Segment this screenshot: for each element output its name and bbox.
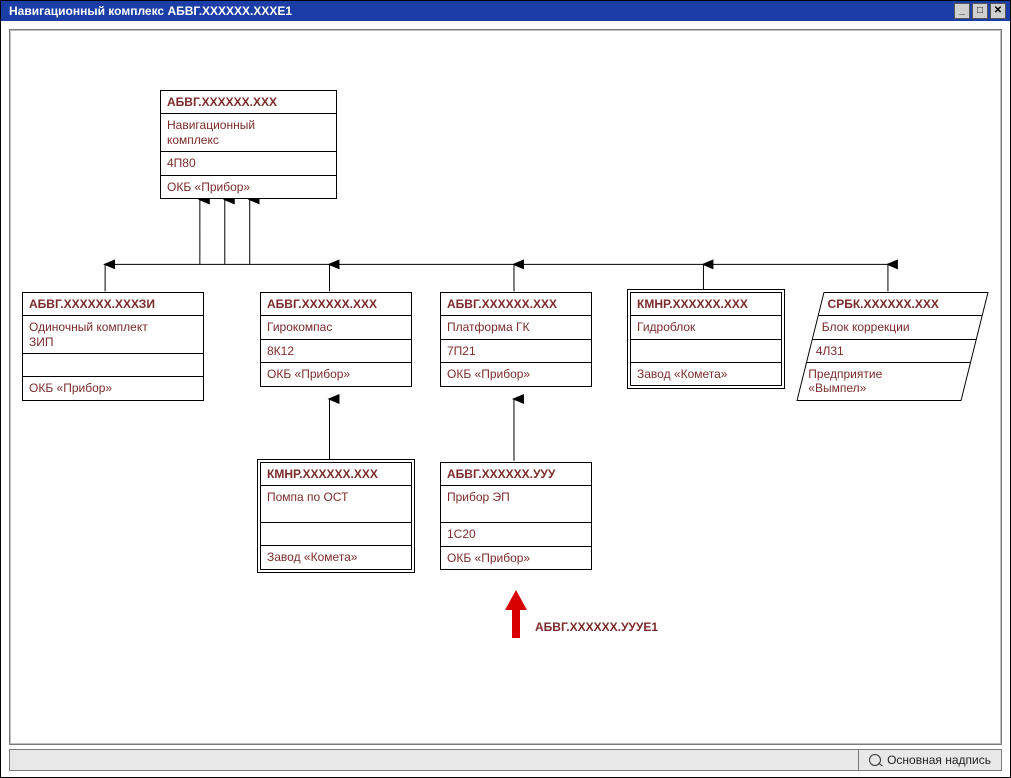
node-manufacturer: Завод «Комета» xyxy=(261,545,411,568)
minimize-button[interactable]: _ xyxy=(954,3,970,19)
node-title: КМНР.ХХХХХХ.ХХХ xyxy=(631,293,781,315)
selected-marker-arrow-icon xyxy=(505,590,527,638)
node-code: 1С20 xyxy=(441,522,591,545)
node-code: 4П80 xyxy=(161,151,336,174)
title-bar: Навигационный комплекс АБВГ.ХХХХХХ.ХХХЕ1… xyxy=(1,1,1010,21)
node-gyrocompass[interactable]: АБВГ.ХХХХХХ.ХХХ Гирокомпас 8К12 ОКБ «При… xyxy=(260,292,412,387)
node-title: КМНР.ХХХХХХ.ХХХ xyxy=(261,463,411,485)
node-title: СРБК.ХХХХХХ.ХХХ xyxy=(828,297,939,311)
node-manufacturer: Предприятие«Вымпел» xyxy=(808,367,882,396)
node-platform[interactable]: АБВГ.ХХХХХХ.ХХХ Платформа ГК 7П21 ОКБ «П… xyxy=(440,292,592,387)
node-device-ep[interactable]: АБВГ.ХХХХХХ.УУУ Прибор ЭП 1С20 ОКБ «Приб… xyxy=(440,462,592,570)
node-code: 8К12 xyxy=(261,339,411,362)
status-section-label: Основная надпись xyxy=(887,753,991,767)
selected-marker-label: АБВГ.ХХХХХХ.УУУЕ1 xyxy=(535,620,658,634)
node-manufacturer: ОКБ «Прибор» xyxy=(441,546,591,569)
search-icon xyxy=(869,754,881,766)
close-button[interactable]: ✕ xyxy=(990,3,1006,19)
diagram-canvas[interactable]: АБВГ.ХХХХХХ.ХХХ Навигационныйкомплекс 4П… xyxy=(10,30,1001,744)
node-code xyxy=(23,353,203,376)
node-pump[interactable]: КМНР.ХХХХХХ.ХХХ Помпа по ОСТ Завод «Коме… xyxy=(260,462,412,570)
node-title: АБВГ.ХХХХХХ.ХХХ xyxy=(161,91,336,113)
node-description: Одиночный комплектЗИП xyxy=(23,315,203,353)
node-code xyxy=(631,339,781,362)
node-code: 4Л31 xyxy=(816,344,844,358)
status-section-main-inscription[interactable]: Основная надпись xyxy=(858,750,1001,770)
node-title: АБВГ.ХХХХХХ.ХХХ xyxy=(441,293,591,315)
node-description: Прибор ЭП xyxy=(441,485,591,522)
node-hydroblock[interactable]: КМНР.ХХХХХХ.ХХХ Гидроблок Завод «Комета» xyxy=(630,292,782,386)
node-manufacturer: Завод «Комета» xyxy=(631,362,781,385)
maximize-button[interactable]: □ xyxy=(972,3,988,19)
node-description: Платформа ГК xyxy=(441,315,591,338)
node-description: Помпа по ОСТ xyxy=(261,485,411,522)
node-description: Гирокомпас xyxy=(261,315,411,338)
node-correction-block[interactable]: СРБК.ХХХХХХ.ХХХ Блок коррекции 4Л31 Пред… xyxy=(810,292,975,401)
node-manufacturer: ОКБ «Прибор» xyxy=(261,362,411,385)
window-controls: _ □ ✕ xyxy=(954,3,1006,19)
node-code: 7П21 xyxy=(441,339,591,362)
node-description: Навигационныйкомплекс xyxy=(161,113,336,151)
node-root[interactable]: АБВГ.ХХХХХХ.ХХХ Навигационныйкомплекс 4П… xyxy=(160,90,337,199)
node-manufacturer: ОКБ «Прибор» xyxy=(23,376,203,399)
status-bar: Основная надпись xyxy=(9,749,1002,771)
application-window: Навигационный комплекс АБВГ.ХХХХХХ.ХХХЕ1… xyxy=(0,0,1011,778)
node-title: АБВГ.ХХХХХХ.ХХХЗИ xyxy=(23,293,203,315)
node-title: АБВГ.ХХХХХХ.УУУ xyxy=(441,463,591,485)
node-description: Блок коррекции xyxy=(822,320,910,334)
window-title: Навигационный комплекс АБВГ.ХХХХХХ.ХХХЕ1 xyxy=(9,4,292,18)
node-title: АБВГ.ХХХХХХ.ХХХ xyxy=(261,293,411,315)
node-zip[interactable]: АБВГ.ХХХХХХ.ХХХЗИ Одиночный комплектЗИП … xyxy=(22,292,204,401)
node-description: Гидроблок xyxy=(631,315,781,338)
node-manufacturer: ОКБ «Прибор» xyxy=(441,362,591,385)
diagram-canvas-frame: АБВГ.ХХХХХХ.ХХХ Навигационныйкомплекс 4П… xyxy=(9,29,1002,745)
node-manufacturer: ОКБ «Прибор» xyxy=(161,175,336,198)
node-code xyxy=(261,522,411,545)
